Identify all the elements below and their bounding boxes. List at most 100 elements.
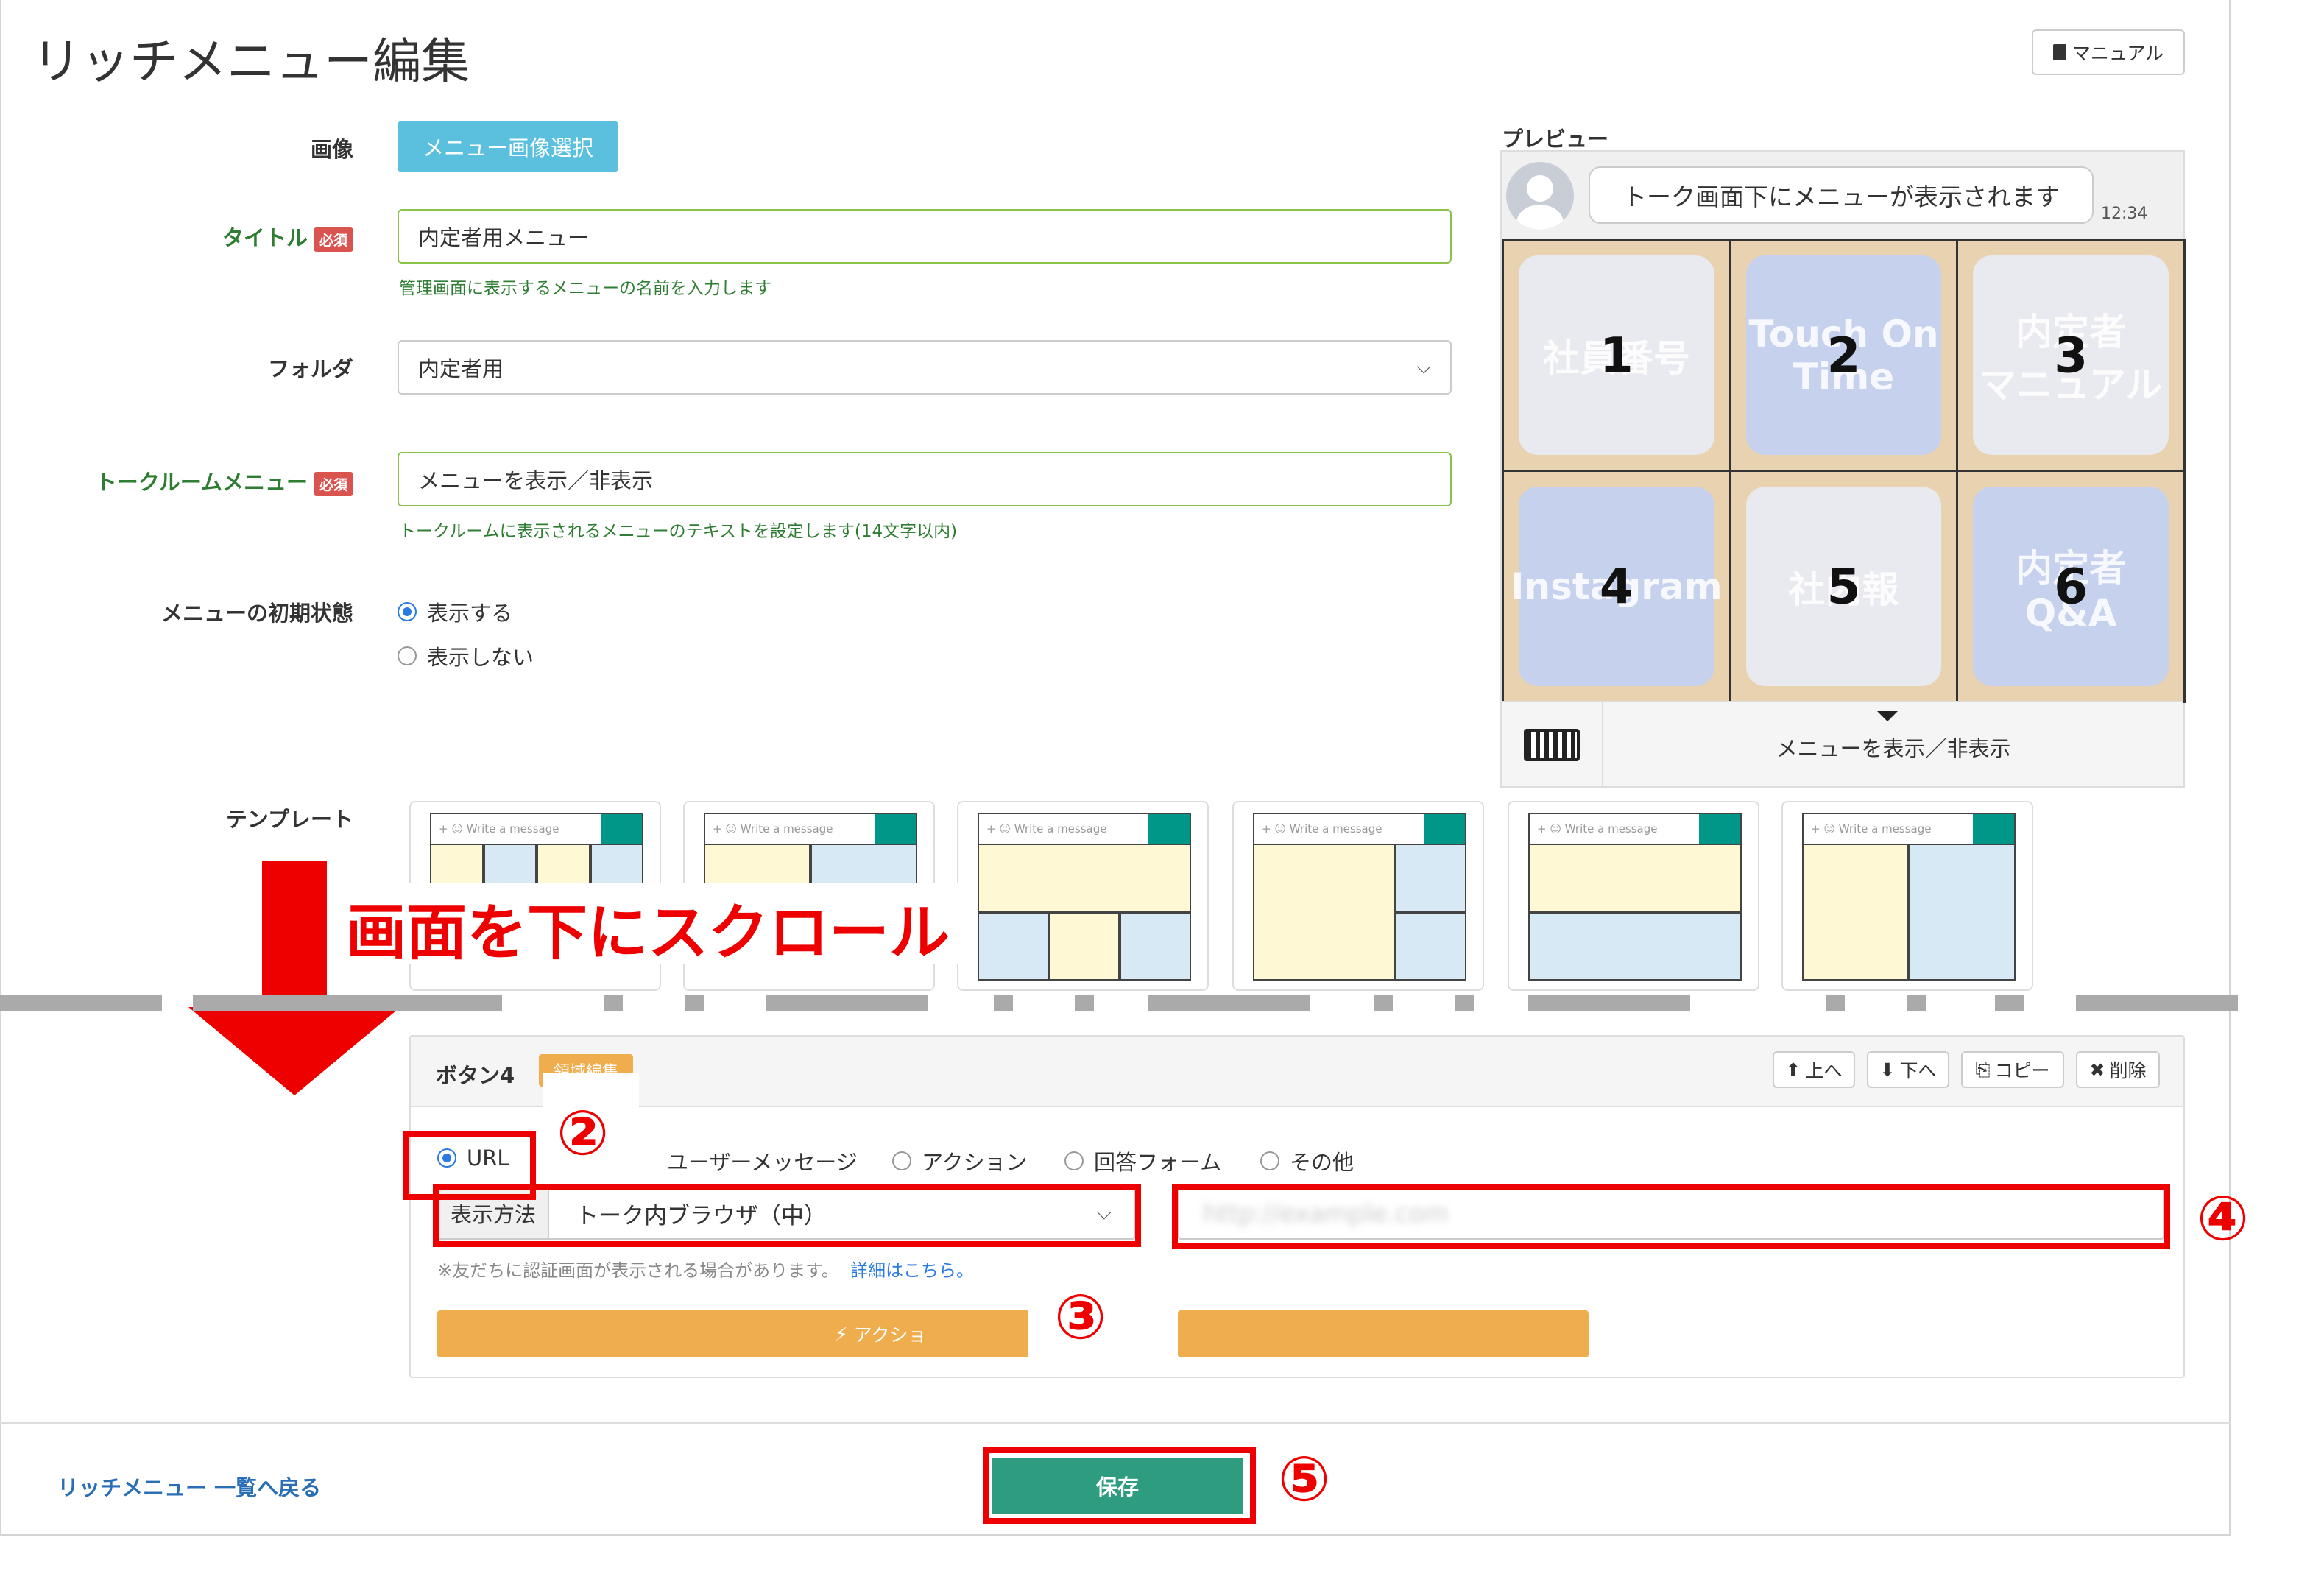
template-area xyxy=(978,844,1191,912)
type-action-radio[interactable]: アクション xyxy=(892,1145,1028,1176)
chat-time: 12:34 xyxy=(2101,205,2148,223)
menu-tile-number: 6 xyxy=(2054,558,2088,615)
required-badge: 必須 xyxy=(313,471,353,496)
type-form-label: 回答フォーム xyxy=(1094,1150,1222,1175)
menu-tile-number: 4 xyxy=(1599,558,1633,615)
arrow-shaft xyxy=(262,861,327,1009)
step-5-marker: ⑤ xyxy=(1278,1443,1331,1515)
template-option-3[interactable]: + ☺ Write a message xyxy=(957,801,1209,991)
template-area xyxy=(978,912,1049,981)
close-icon: ✖ xyxy=(2089,1059,2105,1081)
talkroom-label: トークルームメニュー 必須 xyxy=(44,465,353,496)
keyboard-icon[interactable] xyxy=(1502,702,1603,788)
template-message-bar: + ☺ Write a message xyxy=(1528,813,1742,844)
separator-dash xyxy=(1528,995,1690,1011)
separator-dash xyxy=(1455,995,1474,1011)
menu-tile-number: 1 xyxy=(1599,327,1633,384)
arrow-down-icon: ⬇ xyxy=(1879,1059,1896,1081)
copy-label: コピー xyxy=(1994,1060,2050,1081)
footer-divider xyxy=(0,1422,2231,1424)
template-area xyxy=(1120,912,1191,981)
template-area xyxy=(1395,912,1466,981)
folder-select[interactable]: 内定者用 ⌵ xyxy=(398,340,1452,395)
delete-button[interactable]: ✖ 削除 xyxy=(2076,1051,2160,1088)
separator-dash xyxy=(0,995,162,1011)
manual-label: マニュアル xyxy=(2072,43,2164,64)
template-option-6[interactable]: + ☺ Write a message xyxy=(1781,801,2033,991)
talkroom-hint: トークルームに表示されるメニューのテキストを設定します(14文字以内) xyxy=(399,522,958,541)
step-2-marker: ② xyxy=(557,1097,610,1169)
menu-cell-6[interactable]: 内定者 Q&A 6 xyxy=(1956,470,2186,703)
separator-dash xyxy=(766,995,928,1011)
move-down-button[interactable]: ⬇ 下へ xyxy=(1867,1051,1949,1088)
chat-bubble: トーク画面下にメニューが表示されます xyxy=(1589,166,2094,224)
chevron-down-icon: ⌵ xyxy=(1416,356,1431,378)
template-area xyxy=(1048,912,1120,981)
menu-cell-5[interactable]: 社内報 5 xyxy=(1728,470,1959,703)
show-option-label: 表示する xyxy=(427,601,513,626)
show-radio[interactable]: 表示する xyxy=(398,596,512,627)
type-other-radio[interactable]: その他 xyxy=(1260,1145,1354,1176)
action-button[interactable]: ⚡ アクショ xyxy=(437,1310,1029,1357)
separator-dash xyxy=(193,995,502,1011)
radio-unchecked-icon xyxy=(892,1151,911,1170)
menu-cell-4[interactable]: Instagram 4 xyxy=(1502,470,1731,703)
separator-dash xyxy=(2212,995,2231,1011)
template-option-5[interactable]: + ☺ Write a message xyxy=(1508,801,1759,991)
image-label: 画像 xyxy=(310,137,353,162)
separator-dash xyxy=(685,995,704,1011)
separator-dash xyxy=(1148,995,1310,1011)
action-button-secondary[interactable] xyxy=(1178,1310,1589,1357)
details-link[interactable]: 詳細はこちら。 xyxy=(850,1260,974,1281)
title-input[interactable]: 内定者用メニュー xyxy=(398,209,1452,264)
folder-label: フォルダ xyxy=(267,356,353,381)
move-up-button[interactable]: ⬆ 上へ xyxy=(1773,1051,1855,1088)
rich-menu-grid: 社員番号 1 Touch On Time 2 内定者 マニュアル 3 Instagram 4 社… xyxy=(1502,239,2186,703)
manual-button[interactable]: マニュアル xyxy=(2032,29,2185,75)
type-action-label: アクション xyxy=(922,1150,1028,1175)
type-user-message-radio[interactable]: ユーザーメッセージ xyxy=(667,1145,858,1176)
type-form-radio[interactable]: 回答フォーム xyxy=(1064,1145,1221,1176)
menu-cell-1[interactable]: 社員番号 1 xyxy=(1502,239,1731,472)
caret-down-icon xyxy=(1877,711,1898,721)
template-area xyxy=(1909,844,2016,981)
menu-tile-number: 2 xyxy=(1826,327,1861,384)
hide-radio[interactable]: 表示しない xyxy=(398,640,534,671)
delete-label: 削除 xyxy=(2109,1060,2147,1081)
template-option-4[interactable]: + ☺ Write a message xyxy=(1232,801,1484,991)
initial-state-label: メニューの初期状態 xyxy=(160,601,353,626)
select-image-button[interactable]: メニュー画像選択 xyxy=(398,121,618,172)
page-title: リッチメニュー編集 xyxy=(32,33,470,90)
auth-note: ※友だちに認証画面が表示される場合があります。 詳細はこちら。 xyxy=(437,1260,974,1281)
menu-cell-3[interactable]: 内定者 マニュアル 3 xyxy=(1956,239,2186,472)
radio-unchecked-icon xyxy=(1064,1151,1084,1170)
step-3-marker: ③ xyxy=(1054,1281,1107,1353)
title-hint: 管理画面に表示するメニューの名前を入力します xyxy=(399,279,771,298)
copy-button[interactable]: ⎘ コピー xyxy=(1961,1051,2064,1088)
required-badge: 必須 xyxy=(313,227,353,252)
separator-dash xyxy=(1907,995,1926,1011)
template-area xyxy=(1802,844,1909,981)
menu-tile-number: 3 xyxy=(2054,327,2088,384)
folder-value: 内定者用 xyxy=(418,356,504,381)
back-to-list-link[interactable]: リッチメニュー 一覧へ戻る xyxy=(57,1471,321,1502)
template-message-bar: + ☺ Write a message xyxy=(978,813,1191,844)
save-highlight xyxy=(983,1447,1256,1524)
copy-icon: ⎘ xyxy=(1975,1059,1991,1080)
move-up-label: 上へ xyxy=(1805,1060,1843,1081)
talkroom-input[interactable]: メニューを表示／非表示 xyxy=(398,452,1452,506)
title-label: タイトル 必須 xyxy=(133,221,353,252)
action-button-label: アクショ xyxy=(853,1324,927,1346)
radio-checked-icon xyxy=(398,602,417,621)
menu-toggle-text[interactable]: メニューを表示／非表示 xyxy=(1603,732,2183,763)
menu-cell-2[interactable]: Touch On Time 2 xyxy=(1728,239,1959,472)
menu-footer: メニューを表示／非表示 xyxy=(1502,701,2183,788)
separator-dash xyxy=(1995,995,2024,1011)
avatar xyxy=(1506,162,1574,230)
separator-dash xyxy=(604,995,623,1011)
move-down-label: 下へ xyxy=(1899,1060,1937,1081)
bolt-icon: ⚡ xyxy=(835,1323,848,1345)
template-area xyxy=(1528,844,1742,912)
down-arrow-icon xyxy=(188,1007,400,1095)
arrow-up-icon: ⬆ xyxy=(1785,1059,1801,1081)
